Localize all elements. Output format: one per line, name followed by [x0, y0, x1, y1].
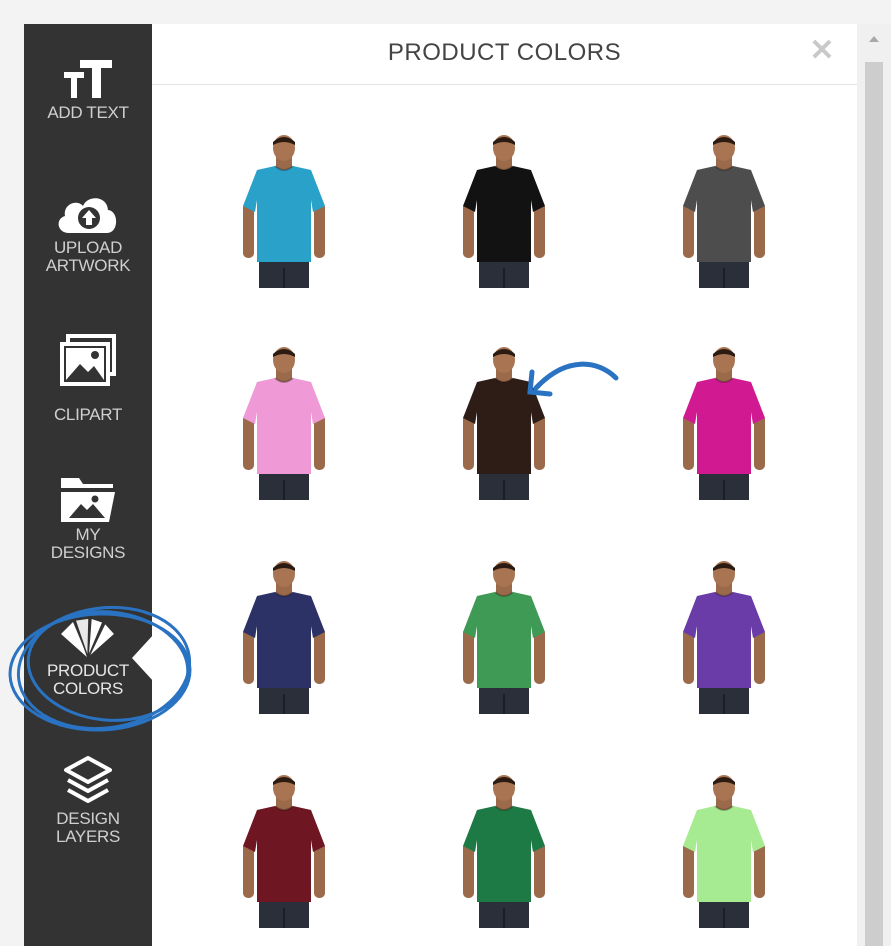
- tshirt-model-image: [243, 347, 325, 500]
- layers-icon: [64, 756, 112, 803]
- panel-title: PRODUCT COLORS: [387, 39, 622, 66]
- tshirt-model-image: [243, 135, 325, 288]
- upload-artwork-label-1: UPLOAD: [53, 238, 123, 257]
- scroll-thumb[interactable]: [865, 62, 883, 946]
- upload-artwork-label-2: ARTWORK: [45, 256, 131, 275]
- add-text-label: ADD TEXT: [47, 103, 129, 122]
- tshirt-model-image: [683, 347, 765, 500]
- tshirt-model-image: [683, 561, 765, 714]
- close-icon[interactable]: ✕: [809, 36, 835, 66]
- tshirt-model-image: [463, 347, 545, 500]
- product-colors-label-2: COLORS: [53, 679, 123, 698]
- tshirt-model-image: [463, 775, 545, 928]
- clipart-label: CLIPART: [53, 405, 123, 424]
- add-text-tool[interactable]: ADD TEXT: [24, 54, 152, 174]
- clipart-tool[interactable]: CLIPART: [24, 334, 152, 454]
- panel-scrollbar[interactable]: [857, 24, 891, 946]
- color-swatch[interactable]: [229, 346, 339, 506]
- color-swatch[interactable]: [669, 560, 779, 720]
- design-layers-tool[interactable]: DESIGN LAYERS: [24, 754, 152, 884]
- tshirt-model-image: [463, 135, 545, 288]
- upload-artwork-tool[interactable]: UPLOAD ARTWORK: [24, 189, 152, 309]
- color-swatch[interactable]: [229, 134, 339, 294]
- panel-header: PRODUCT COLORS ✕: [152, 24, 857, 85]
- my-designs-tool[interactable]: MY DESIGNS: [24, 474, 152, 599]
- color-swatch[interactable]: [449, 560, 559, 720]
- color-swatch-fan-icon: [61, 616, 117, 659]
- text-size-icon: [64, 60, 112, 98]
- tshirt-model-image: [463, 561, 545, 714]
- tool-sidebar: ADD TEXT UPLOAD ARTWORK CLIPART MY DESIG…: [24, 24, 154, 946]
- image-gallery-icon: [60, 334, 116, 386]
- color-swatch[interactable]: [669, 774, 779, 934]
- tshirt-model-image: [243, 561, 325, 714]
- product-colors-panel: PRODUCT COLORS ✕: [152, 24, 857, 946]
- cloud-upload-icon: [58, 198, 117, 233]
- color-swatch[interactable]: [449, 774, 559, 934]
- color-swatch[interactable]: [449, 346, 559, 506]
- color-swatch[interactable]: [229, 774, 339, 934]
- design-layers-label-2: LAYERS: [55, 827, 121, 846]
- color-swatch[interactable]: [669, 346, 779, 506]
- color-swatch[interactable]: [669, 134, 779, 294]
- color-swatch[interactable]: [229, 560, 339, 720]
- tshirt-model-image: [243, 775, 325, 928]
- designer-app: ADD TEXT UPLOAD ARTWORK CLIPART MY DESIG…: [24, 24, 891, 946]
- active-tool-indicator: [132, 634, 154, 682]
- folder-image-icon: [61, 478, 115, 522]
- my-designs-label-1: MY: [75, 525, 101, 544]
- my-designs-label-2: DESIGNS: [50, 543, 126, 562]
- design-layers-label-1: DESIGN: [56, 809, 120, 828]
- color-swatch[interactable]: [449, 134, 559, 294]
- scroll-up-arrow-icon[interactable]: [869, 36, 879, 42]
- tshirt-model-image: [683, 135, 765, 288]
- tshirt-model-image: [683, 775, 765, 928]
